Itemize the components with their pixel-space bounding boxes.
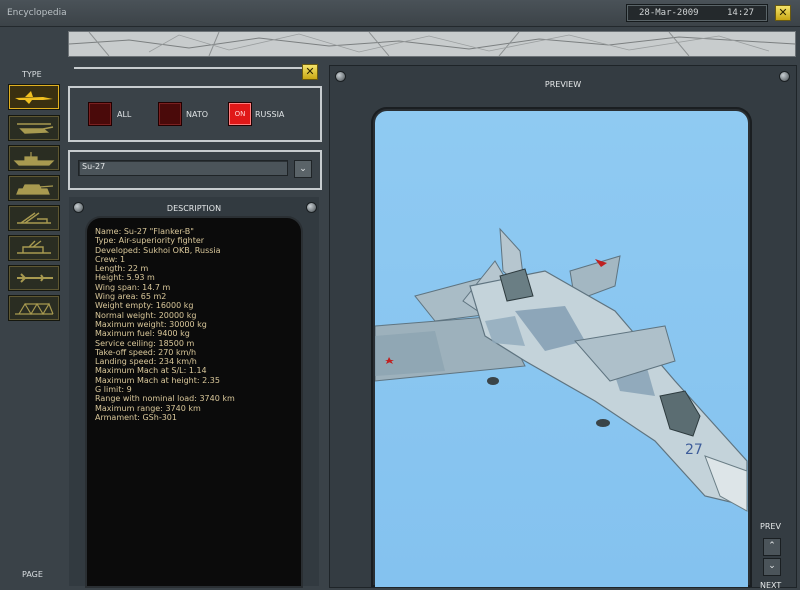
date-time-display: 28-Mar-2009 14:27 bbox=[626, 4, 768, 22]
aircraft-preview-image[interactable]: 27 bbox=[375, 111, 748, 587]
missile-launcher-icon bbox=[17, 212, 51, 224]
description-line: Wing area: 65 m2 bbox=[95, 292, 167, 302]
description-line: Length: 22 m bbox=[95, 264, 149, 274]
type-button-ship[interactable] bbox=[8, 145, 60, 171]
filter-all-label: ALL bbox=[117, 110, 132, 119]
dropdown-button[interactable]: ⌄ bbox=[294, 160, 312, 178]
filter-russia-toggle[interactable]: ON bbox=[228, 102, 252, 126]
preview-panel: PREVIEW 27 PREV ⌃ ⌄ NEXT bbox=[329, 65, 797, 590]
date-text: 28-Mar-2009 bbox=[639, 8, 699, 18]
description-text-box[interactable]: Name: Su-27 "Flanker-B" Type: Air-superio… bbox=[87, 218, 301, 586]
filter-nato-toggle[interactable] bbox=[158, 102, 182, 126]
description-line: Maximum Mach at S/L: 1.14 bbox=[95, 366, 207, 376]
missile-icon bbox=[17, 273, 53, 283]
description-line: Landing speed: 234 km/h bbox=[95, 357, 197, 367]
close-icon: ✕ bbox=[305, 65, 315, 78]
ship-icon bbox=[13, 152, 55, 166]
description-line: G limit: 9 bbox=[95, 385, 132, 395]
preview-title: PREVIEW bbox=[544, 80, 582, 89]
description-line: Service ceiling: 18500 m bbox=[95, 338, 195, 348]
description-line: Type: Air-superiority fighter bbox=[95, 236, 205, 246]
map-lines-graphic bbox=[69, 32, 795, 56]
chevron-up-icon: ⌃ bbox=[768, 541, 776, 551]
type-button-launcher[interactable] bbox=[8, 205, 60, 231]
title-bar: Encyclopedia 28-Mar-2009 14:27 ✕ bbox=[0, 0, 800, 27]
description-line: Range with nominal load: 3740 km bbox=[95, 394, 235, 404]
type-label: TYPE bbox=[22, 70, 42, 79]
time-text: 14:27 bbox=[727, 8, 755, 18]
prev-button[interactable]: ⌃ bbox=[763, 538, 781, 556]
fighter-aircraft-icon bbox=[15, 91, 53, 104]
tank-icon bbox=[16, 184, 54, 195]
description-lines: Name: Su-27 "Flanker-B" Type: Air-superio… bbox=[95, 227, 235, 422]
description-line: Normal weight: 20000 kg bbox=[95, 310, 197, 320]
description-line: Weight empty: 16000 kg bbox=[95, 301, 194, 311]
filter-all-toggle[interactable] bbox=[88, 102, 112, 126]
aircraft-selector-panel: Su-27 ⌄ bbox=[68, 150, 322, 190]
description-line: Name: Su-27 "Flanker-B" bbox=[95, 227, 194, 236]
coalition-filter-panel: ALL NATO ON RUSSIA bbox=[68, 86, 322, 142]
su27-render: 27 bbox=[375, 227, 748, 512]
description-line: Wing span: 14.7 m bbox=[95, 282, 171, 292]
prev-label: PREV bbox=[760, 522, 781, 531]
description-line: Take-off speed: 270 km/h bbox=[95, 347, 197, 357]
chevron-down-icon: ⌄ bbox=[768, 561, 776, 571]
close-panel-button[interactable]: ✕ bbox=[302, 64, 318, 80]
description-panel: DESCRIPTION Name: Su-27 "Flanker-B" Type:… bbox=[69, 197, 319, 586]
tail-number: 27 bbox=[685, 442, 703, 458]
type-button-air-defense[interactable] bbox=[8, 235, 60, 261]
map-strip bbox=[68, 31, 796, 57]
helicopter-icon bbox=[17, 123, 54, 134]
close-icon: ✕ bbox=[778, 6, 788, 19]
window-title: Encyclopedia bbox=[7, 8, 67, 18]
air-defense-icon bbox=[17, 240, 51, 254]
description-line: Armament: GSh-301 bbox=[95, 412, 177, 422]
page-label: PAGE bbox=[22, 570, 43, 579]
description-line: Maximum range: 3740 km bbox=[95, 403, 201, 413]
preview-frame: 27 bbox=[371, 107, 752, 587]
filter-russia-label: RUSSIA bbox=[255, 110, 285, 119]
description-line: Maximum weight: 30000 kg bbox=[95, 319, 207, 329]
type-button-tank[interactable] bbox=[8, 175, 60, 201]
close-window-button[interactable]: ✕ bbox=[775, 5, 791, 21]
description-line: Maximum Mach at height: 2.35 bbox=[95, 375, 220, 385]
chevron-down-icon: ⌄ bbox=[299, 164, 307, 174]
type-button-missile[interactable] bbox=[8, 265, 60, 291]
description-line: Developed: Sukhoi OKB, Russia bbox=[95, 245, 221, 255]
description-line: Crew: 1 bbox=[95, 254, 126, 264]
aircraft-select[interactable]: Su-27 bbox=[78, 160, 288, 176]
next-button[interactable]: ⌄ bbox=[763, 558, 781, 576]
toggle-on-text: ON bbox=[234, 110, 246, 118]
structure-icon bbox=[15, 302, 54, 316]
type-button-helicopter[interactable] bbox=[8, 115, 60, 141]
description-line: Maximum fuel: 9400 kg bbox=[95, 329, 190, 339]
type-button-structure[interactable] bbox=[8, 295, 60, 321]
filter-divider bbox=[74, 67, 302, 69]
description-title: DESCRIPTION bbox=[166, 204, 222, 213]
description-line: Height: 5.93 m bbox=[95, 273, 155, 283]
type-button-aircraft[interactable] bbox=[8, 84, 60, 110]
filter-nato-label: NATO bbox=[186, 110, 209, 119]
